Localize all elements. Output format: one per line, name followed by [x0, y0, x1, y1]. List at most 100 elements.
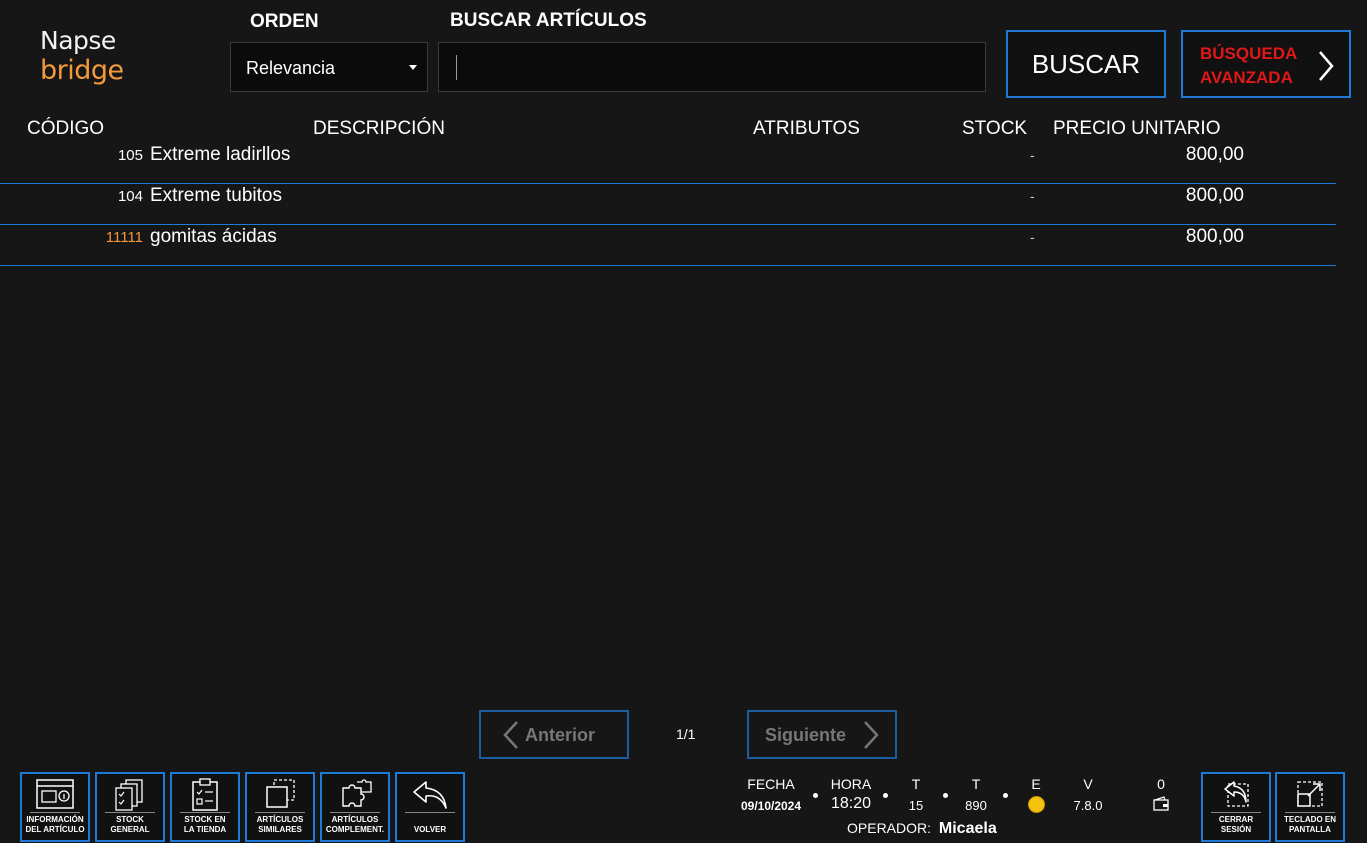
logout-icon: [1224, 781, 1249, 807]
chevron-right-icon: [1319, 51, 1334, 81]
date-value: 09/10/2024: [740, 799, 802, 813]
tool-label-1: STOCK EN: [184, 815, 226, 824]
tool-label-1: ARTÍCULOS: [331, 815, 379, 824]
row-code: 105: [117, 147, 143, 164]
separator-dot: [883, 793, 888, 798]
divider: [405, 812, 455, 813]
back-button[interactable]: VOLVER: [395, 772, 465, 842]
chevron-left-icon: [503, 721, 518, 749]
state-label: E: [1031, 776, 1041, 792]
version-label: V: [1083, 776, 1093, 792]
table-row[interactable]: 104 Extreme tubitos - 800,00: [0, 184, 1336, 225]
tool-label-2: LA TIENDA: [183, 825, 227, 834]
tool-label-1: STOCK: [116, 815, 144, 824]
advanced-search-label-1: BÚSQUEDA: [1200, 44, 1298, 63]
tool-label-2: VOLVER: [413, 825, 447, 834]
transaction-value: 890: [965, 798, 987, 813]
status-version: V 7.8.0: [1068, 776, 1108, 814]
operator-name: Micaela: [938, 820, 997, 837]
tool-label-1: TECLADO EN: [1284, 815, 1336, 824]
complementary-articles-button[interactable]: ARTÍCULOS COMPLEMENT.: [320, 772, 390, 842]
brand-line1: Napse: [40, 26, 116, 55]
page-indicator: 1/1: [676, 726, 696, 742]
similar-articles-button[interactable]: ARTÍCULOS SIMILARES: [245, 772, 315, 842]
wallet-count: 0: [1157, 776, 1165, 792]
transaction-label: T: [971, 776, 981, 792]
order-label: ORDEN: [250, 11, 319, 32]
previous-page-label: Anterior: [525, 725, 596, 745]
keyboard-expand-icon: [1297, 781, 1323, 807]
row-code: 11111: [105, 229, 143, 246]
column-header-code: CÓDIGO: [27, 118, 105, 139]
status-terminal: T 15: [901, 776, 931, 814]
row-stock: -: [1030, 188, 1035, 204]
tool-label-2: DEL ARTÍCULO: [25, 825, 85, 834]
article-info-icon: [36, 779, 74, 809]
row-stock: -: [1030, 147, 1035, 163]
search-button[interactable]: BUSCAR: [1006, 30, 1166, 98]
similar-articles-icon: [266, 779, 295, 808]
tool-label-2: PANTALLA: [1289, 825, 1331, 834]
time-value: 18:20: [830, 795, 872, 812]
row-price: 800,00: [1185, 185, 1244, 206]
order-select-value: Relevancia: [246, 58, 336, 78]
article-info-button[interactable]: INFORMACIÓN DEL ARTÍCULO: [20, 772, 90, 842]
column-header-price: PRECIO UNITARIO: [1053, 118, 1221, 139]
operator-label: OPERADOR:: [847, 820, 932, 836]
brand-logo: Napse bridge: [40, 26, 124, 86]
search-label: BUSCAR ARTÍCULOS: [450, 10, 647, 31]
divider: [1285, 812, 1335, 813]
row-price: 800,00: [1185, 226, 1244, 247]
divider: [330, 812, 380, 813]
terminal-label: T: [911, 776, 921, 792]
tool-label-1: INFORMACIÓN: [26, 815, 84, 824]
divider: [255, 812, 305, 813]
stock-general-button[interactable]: STOCK GENERAL: [95, 772, 165, 842]
store-stock-button[interactable]: STOCK EN LA TIENDA: [170, 772, 240, 842]
tool-label-2: COMPLEMENT.: [325, 825, 385, 834]
previous-page-button[interactable]: Anterior: [479, 710, 629, 759]
row-description: gomitas ácidas: [150, 226, 277, 247]
store-stock-icon: [192, 778, 218, 811]
column-header-attributes: ATRIBUTOS: [753, 118, 860, 139]
status-time: HORA 18:20: [826, 776, 876, 812]
divider: [105, 812, 155, 813]
caret-down-icon: [409, 65, 417, 70]
operator-info: OPERADOR: Micaela: [847, 820, 997, 838]
next-page-button[interactable]: Siguiente: [747, 710, 897, 759]
row-price: 800,00: [1185, 144, 1244, 165]
text-cursor: [456, 55, 457, 80]
tool-label-2: SIMILARES: [258, 825, 302, 834]
onscreen-keyboard-button[interactable]: TECLADO EN PANTALLA: [1275, 772, 1345, 842]
order-select[interactable]: Relevancia: [230, 42, 428, 92]
advanced-search-button[interactable]: BÚSQUEDA AVANZADA: [1181, 30, 1351, 98]
divider: [1211, 812, 1261, 813]
logout-button[interactable]: CERRAR SESIÓN: [1201, 772, 1271, 842]
stock-general-icon: [115, 779, 143, 811]
date-label: FECHA: [747, 776, 795, 792]
separator-dot: [1003, 793, 1008, 798]
table-row[interactable]: 11111 gomitas ácidas - 800,00: [0, 225, 1336, 266]
separator-dot: [943, 793, 948, 798]
tool-label-1: ARTÍCULOS: [256, 815, 304, 824]
status-transaction: T 890: [956, 776, 996, 814]
time-label: HORA: [830, 776, 872, 792]
table-row[interactable]: 105 Extreme ladirllos - 800,00: [0, 143, 1336, 184]
brand-line2: bridge: [40, 55, 124, 86]
column-header-stock: STOCK: [962, 118, 1028, 139]
back-arrow-icon: [413, 781, 447, 809]
status-wallet: 0: [1148, 776, 1174, 815]
row-stock: -: [1030, 229, 1035, 245]
status-state: E: [1021, 776, 1051, 816]
terminal-value: 15: [908, 798, 924, 813]
advanced-search-label-2: AVANZADA: [1200, 68, 1293, 87]
tool-label-2: SESIÓN: [1220, 825, 1252, 834]
version-value: 7.8.0: [1073, 798, 1103, 813]
column-header-description: DESCRIPCIÓN: [313, 118, 445, 139]
separator-dot: [813, 793, 818, 798]
status-date: FECHA 09/10/2024: [736, 776, 806, 814]
tool-label-2: GENERAL: [110, 825, 150, 834]
row-description: Extreme ladirllos: [150, 144, 291, 165]
divider: [30, 812, 80, 813]
search-input[interactable]: [438, 42, 986, 92]
